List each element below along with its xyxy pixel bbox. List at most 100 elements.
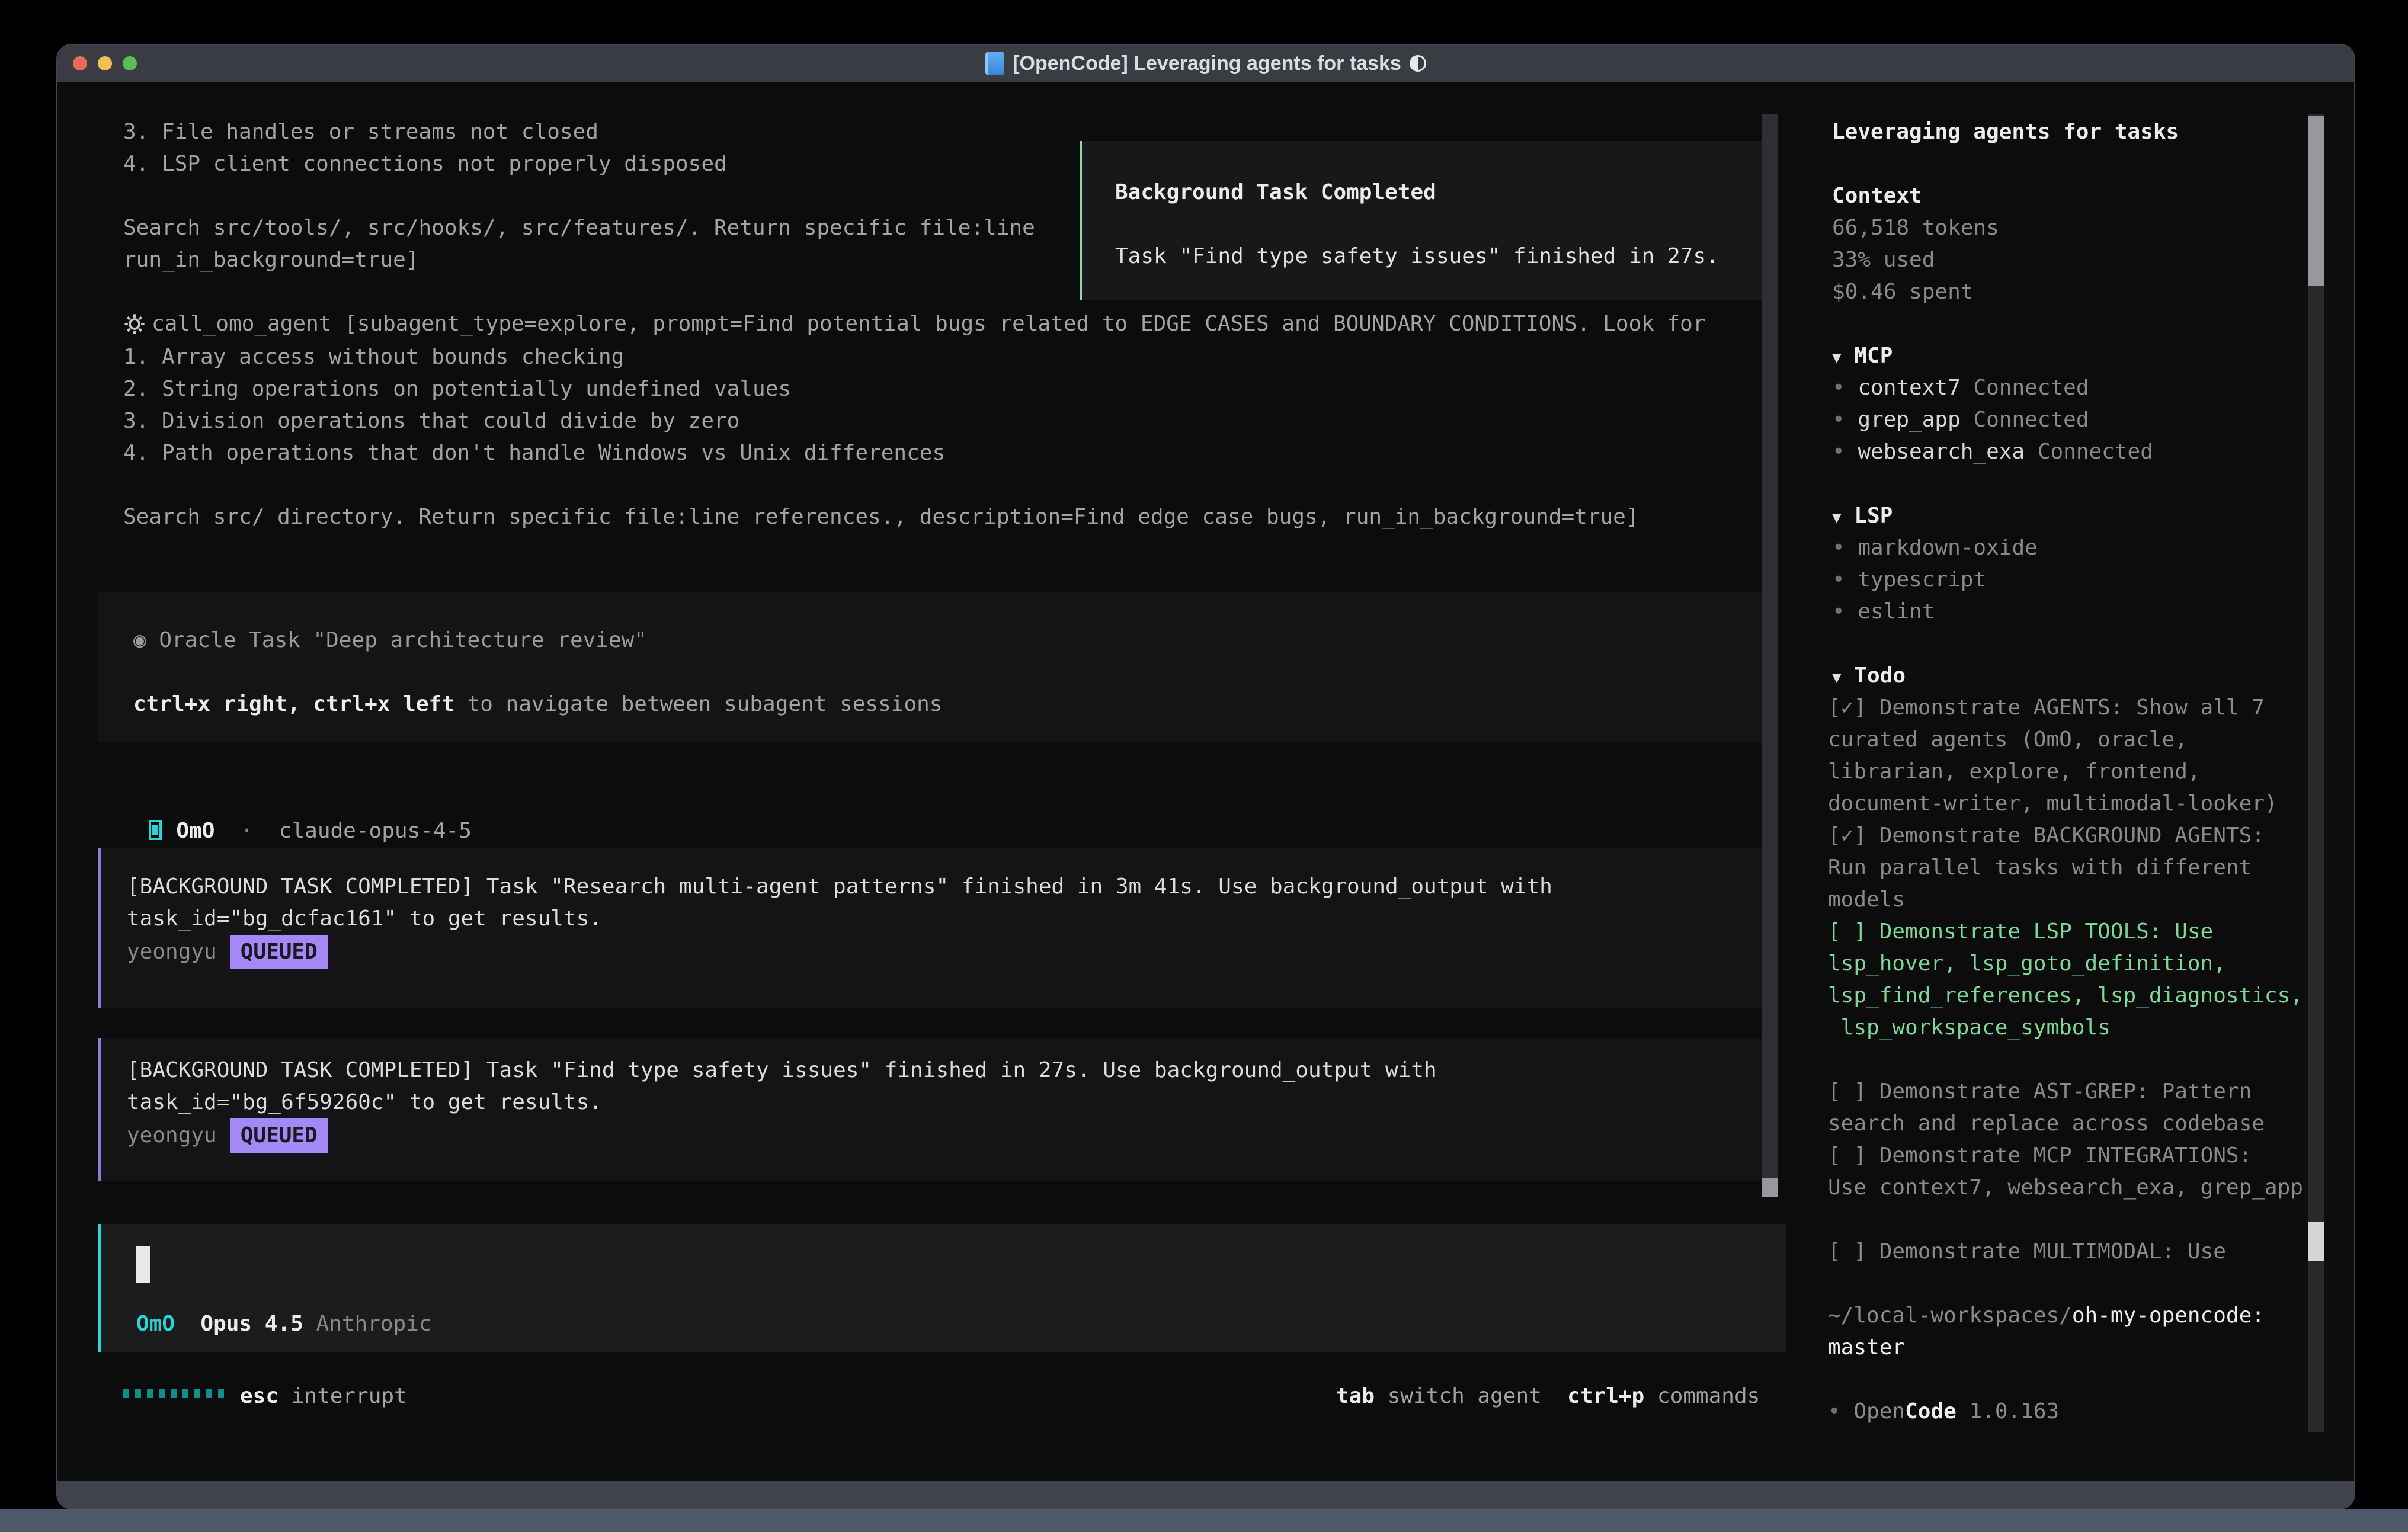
input-provider-name: Anthropic	[316, 1312, 431, 1336]
sidebar-context-heading: Context	[1832, 180, 1922, 212]
sidebar-scrollbar-thumb[interactable]	[2308, 116, 2324, 286]
context-spent: $0.46 spent	[1832, 276, 1973, 308]
todo-heading: Todo	[1854, 664, 1906, 688]
message-line: run_in_background=true]	[123, 244, 419, 276]
bullet-icon: •	[1828, 1399, 1841, 1424]
toast-message: Task "Find type safety issues" finished …	[1115, 241, 1719, 273]
bullet-icon: •	[1832, 536, 1858, 560]
window-titlebar[interactable]: [OpenCode] Leveraging agents for tasks	[57, 45, 2354, 82]
window-title: [OpenCode] Leveraging agents for tasks	[1013, 52, 1401, 75]
sidebar-section-todo[interactable]: ▼ Todo	[1832, 660, 1906, 694]
sidebar-section-mcp[interactable]: ▼ MCP	[1832, 340, 1893, 374]
lsp-item-name: markdown-oxide	[1858, 536, 2037, 560]
task-completed-block: [BACKGROUND TASK COMPLETED] Task "Find t…	[98, 1038, 1764, 1181]
mcp-item-status: Connected	[2038, 440, 2153, 464]
todo-line-active: lsp_hover, lsp_goto_definition,	[1828, 948, 2226, 980]
screen: { "window": { "title": "[OpenCode] Lever…	[0, 0, 2408, 1532]
oracle-task-panel: ◉ Oracle Task "Deep architecture review"…	[98, 592, 1764, 742]
statusbar-right: tab switch agent ctrl+p commands	[1336, 1380, 1760, 1412]
bullet-icon: •	[1832, 440, 1858, 464]
input-model-row[interactable]: OmO Opus 4.5 Anthropic	[136, 1308, 432, 1340]
brand-code: Code	[1905, 1399, 1956, 1424]
sidebar-session-title: Leveraging agents for tasks	[1832, 116, 2179, 148]
context-tokens: 66,518 tokens	[1832, 212, 1999, 244]
mcp-item: • grep_app Connected	[1832, 404, 2089, 436]
oracle-shortcut-hint: ctrl+x right, ctrl+x left to navigate be…	[133, 688, 942, 720]
mcp-item: • websearch_exa Connected	[1832, 436, 2153, 468]
lsp-item-name: typescript	[1858, 568, 1986, 592]
task-block-line2: task_id="bg_6f59260c" to get results.	[127, 1086, 602, 1118]
username: yeongyu	[127, 1123, 217, 1148]
bullet-icon: •	[1832, 568, 1858, 592]
todo-line-done: librarian, explore, frontend,	[1828, 756, 2201, 788]
task-completed-block: [BACKGROUND TASK COMPLETED] Task "Resear…	[98, 848, 1764, 1008]
chevron-down-icon: ▼	[1832, 509, 1842, 527]
todo-line-active: [ ] Demonstrate LSP TOOLS: Use	[1828, 916, 2213, 948]
todo-scrollbar-thumb[interactable]	[2308, 1222, 2324, 1261]
esc-key-hint: esc	[240, 1384, 278, 1408]
half-circle-icon	[1410, 55, 1426, 72]
tool-call-item: 2. String operations on potentially unde…	[123, 373, 791, 405]
todo-line-done: curated agents (OmO, oracle,	[1828, 724, 2188, 756]
mcp-item-status: Connected	[1973, 376, 2089, 400]
desktop-bottom-strip	[0, 1509, 2408, 1532]
bullet-icon: •	[1832, 408, 1858, 432]
oracle-task-header: ◉ Oracle Task "Deep architecture review"	[133, 624, 647, 656]
lsp-item-name: eslint	[1858, 600, 1935, 624]
workspace-branch: master	[1828, 1332, 1905, 1364]
tab-key-hint: tab	[1336, 1384, 1375, 1408]
tool-call-line: call_omo_agent [subagent_type=explore, p…	[152, 308, 1706, 340]
bullseye-icon: ◉	[133, 628, 146, 652]
message-line: 4. LSP client connections not properly d…	[123, 148, 727, 180]
mcp-heading: MCP	[1854, 344, 1893, 368]
opencode-version-line: • OpenCode 1.0.163	[1828, 1396, 2059, 1428]
text-cursor	[136, 1246, 150, 1283]
bullet-icon: •	[1832, 600, 1858, 624]
todo-line-pending: [ ] Demonstrate AST-GREP: Pattern	[1828, 1076, 2252, 1108]
lsp-item: • typescript	[1832, 564, 1986, 596]
task-block-line1: [BACKGROUND TASK COMPLETED] Task "Resear…	[127, 871, 1552, 903]
todo-line-done: [✓] Demonstrate AGENTS: Show all 7	[1828, 692, 2265, 724]
ctrlp-key-hint: ctrl+p	[1567, 1384, 1644, 1408]
chevron-down-icon: ▼	[1832, 349, 1842, 367]
todo-line-pending: Use context7, websearch_exa, grep_app	[1828, 1172, 2303, 1204]
mcp-item-name: grep_app	[1858, 408, 1960, 432]
shortcut-keys: ctrl+x right, ctrl+x left	[133, 692, 454, 716]
mcp-item-status: Connected	[1973, 408, 2089, 432]
esc-key-label: interrupt	[292, 1384, 407, 1408]
separator-dot	[214, 819, 240, 843]
task-block-meta: yeongyuQUEUED	[127, 935, 328, 969]
mcp-item-name: websearch_exa	[1858, 440, 2025, 464]
todo-line-pending: [ ] Demonstrate MCP INTEGRATIONS:	[1828, 1140, 2252, 1172]
lsp-item: • markdown-oxide	[1832, 532, 2038, 564]
agent-model: claude-opus-4-5	[279, 819, 472, 843]
tool-call-footer: Search src/ directory. Return specific f…	[123, 501, 1639, 533]
tool-call-item: 4. Path operations that don't handle Win…	[123, 437, 945, 469]
message-line: Search src/tools/, src/hooks/, src/featu…	[123, 212, 1035, 244]
context-used: 33% used	[1832, 244, 1935, 276]
main-scrollbar-thumb[interactable]	[1762, 1178, 1778, 1197]
shortcut-description: to navigate between subagent sessions	[454, 692, 943, 716]
sidebar-section-lsp[interactable]: ▼ LSP	[1832, 500, 1893, 534]
version-number: 1.0.163	[1969, 1399, 2059, 1424]
document-icon	[985, 52, 1004, 75]
todo-line-active: lsp_find_references, lsp_diagnostics,	[1828, 980, 2303, 1012]
agent-header-line: OmO · claude-opus-4-5	[123, 783, 472, 847]
oracle-task-title: Oracle Task "Deep architecture review"	[159, 628, 647, 652]
mcp-item: • context7 Connected	[1832, 372, 2089, 404]
ctrlp-key-label: commands	[1657, 1384, 1760, 1408]
todo-line-done: models	[1828, 884, 1905, 916]
agent-name: OmO	[176, 819, 214, 843]
main-scrollbar-track[interactable]	[1762, 114, 1778, 1197]
lsp-item: • eslint	[1832, 596, 1935, 628]
gear-icon	[123, 313, 146, 338]
todo-line-pending: search and replace across codebase	[1828, 1108, 2265, 1140]
todo-line-pending: [ ] Demonstrate MULTIMODAL: Use	[1828, 1236, 2226, 1268]
workspace-path: ~/local-workspaces/oh-my-opencode:	[1828, 1300, 2265, 1332]
workspace-path-prefix: ~/local-workspaces/	[1828, 1303, 2072, 1328]
toast-title: Background Task Completed	[1115, 177, 1436, 209]
task-block-meta: yeongyuQUEUED	[127, 1118, 328, 1153]
background-task-toast: Background Task Completed Task "Find typ…	[1080, 141, 1766, 300]
bullet-icon: •	[1832, 376, 1858, 400]
todo-line-active: lsp_workspace_symbols	[1828, 1012, 2111, 1044]
